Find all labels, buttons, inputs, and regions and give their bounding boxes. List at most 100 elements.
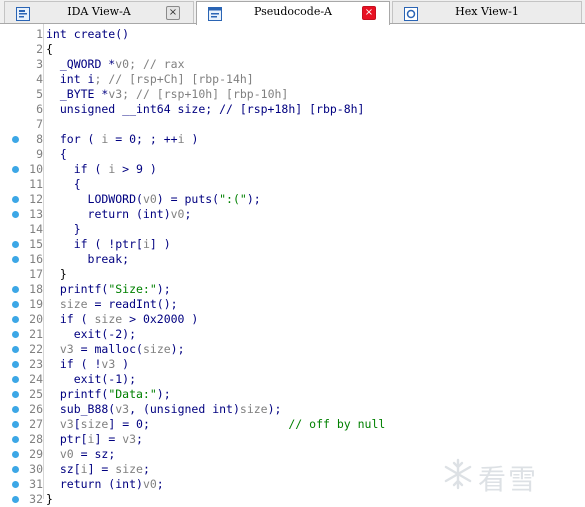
code-line[interactable]: 28 ptr[i] = v3; — [0, 432, 585, 447]
breakpoint-dot-icon[interactable] — [12, 421, 19, 428]
code-token: size — [239, 402, 268, 416]
code-token: v0 — [115, 57, 130, 71]
line-number: 5 — [36, 87, 43, 101]
pseudocode-editor[interactable]: 1 int create() 2{3 _QWORD *v0; // rax 4 int… — [0, 24, 585, 506]
code-text: return (int)v0; — [46, 207, 192, 222]
code-token: i — [80, 462, 88, 476]
code-line[interactable]: 5 _BYTE *v3; // [rsp+10h] [rbp-10h] — [0, 87, 585, 102]
breakpoint-dot-icon[interactable] — [12, 301, 19, 308]
code-line[interactable]: 1 int create() — [0, 27, 585, 42]
code-token: return (int) — [46, 477, 143, 491]
breakpoint-dot-icon[interactable] — [12, 196, 19, 203]
hex-view-icon — [404, 6, 418, 21]
code-line[interactable]: 6 unsigned __int64 size; // [rsp+18h] [r… — [0, 102, 585, 117]
tab-label: IDA View-A — [67, 5, 131, 18]
breakpoint-dot-icon[interactable] — [12, 466, 19, 473]
code-line[interactable]: 3 _QWORD *v0; // rax — [0, 57, 585, 72]
code-token: ; — [142, 462, 150, 476]
breakpoint-dot-icon[interactable] — [12, 361, 19, 368]
close-icon[interactable]: × — [362, 6, 376, 20]
code-line[interactable]: 13 return (int)v0; — [0, 207, 585, 222]
line-number: 12 — [29, 192, 43, 206]
breakpoint-dot-icon[interactable] — [12, 166, 19, 173]
code-line[interactable]: 19 size = readInt(); — [0, 297, 585, 312]
line-number: 31 — [29, 477, 43, 491]
breakpoint-dot-icon[interactable] — [12, 436, 19, 443]
code-token: if ( — [46, 312, 95, 326]
tab-bar: IDA View-A × Pseudocode-A × Hex View-1 — [0, 0, 585, 25]
code-token: return (int) — [46, 207, 171, 221]
code-line[interactable]: 18 printf("Size:"); — [0, 282, 585, 297]
code-token: { — [46, 147, 67, 161]
string-literal: ":(" — [219, 192, 247, 206]
breakpoint-dot-icon[interactable] — [12, 451, 19, 458]
code-token: ; // rax — [129, 57, 185, 71]
line-number: 17 — [29, 267, 43, 281]
line-number: 21 — [29, 327, 43, 341]
breakpoint-dot-icon[interactable] — [12, 496, 19, 503]
line-number: 8 — [36, 132, 43, 146]
code-text: { — [46, 42, 53, 57]
code-line[interactable]: 22 v3 = malloc(size); — [0, 342, 585, 357]
code-token: = 0; ; ++ — [108, 132, 178, 146]
line-number: 28 — [29, 432, 43, 446]
breakpoint-dot-icon[interactable] — [12, 346, 19, 353]
line-number: 24 — [29, 372, 43, 386]
code-line[interactable]: 16 break; — [0, 252, 585, 267]
code-token: ; // [rsp+Ch] [rbp-14h] — [94, 72, 254, 86]
code-token: sub_B88( — [46, 402, 116, 416]
code-line[interactable]: 20 if ( size > 0x2000 ) — [0, 312, 585, 327]
string-literal: "Size:" — [108, 282, 157, 296]
breakpoint-dot-icon[interactable] — [12, 241, 19, 248]
code-line[interactable]: 27 v3[size] = 0; // off by null — [0, 417, 585, 432]
breakpoint-dot-icon[interactable] — [12, 211, 19, 218]
breakpoint-dot-icon[interactable] — [12, 331, 19, 338]
breakpoint-dot-icon[interactable] — [12, 481, 19, 488]
code-line[interactable]: 21 exit(-2); — [0, 327, 585, 342]
code-line[interactable]: 9 { — [0, 147, 585, 162]
code-token: v0 — [170, 207, 185, 221]
code-line[interactable]: 12 LODWORD(v0) = puts(":("); — [0, 192, 585, 207]
code-line[interactable]: 10 if ( i > 9 ) — [0, 162, 585, 177]
breakpoint-dot-icon[interactable] — [12, 136, 19, 143]
code-text: if ( !v3 ) — [46, 357, 129, 372]
code-token: } — [46, 267, 67, 281]
code-token: v3 — [108, 87, 123, 101]
code-line[interactable]: 8 for ( i = 0; ; ++i ) — [0, 132, 585, 147]
code-text: } — [46, 267, 67, 282]
code-line[interactable]: 2{ — [0, 42, 585, 57]
code-token: } — [46, 222, 81, 236]
code-line[interactable]: 23 if ( !v3 ) — [0, 357, 585, 372]
code-line[interactable]: 25 printf("Data:"); — [0, 387, 585, 402]
tab-hex-view[interactable]: Hex View-1 — [392, 1, 582, 23]
breakpoint-dot-icon[interactable] — [12, 376, 19, 383]
code-line[interactable]: 7 — [0, 117, 585, 132]
code-token: unsigned __int64 size; // [rsp+18h] [rbp… — [46, 102, 365, 116]
line-number: 3 — [36, 57, 43, 71]
code-token: if ( ! — [46, 357, 102, 371]
breakpoint-dot-icon[interactable] — [12, 406, 19, 413]
code-line[interactable]: 4 int i; // [rsp+Ch] [rbp-14h] — [0, 72, 585, 87]
breakpoint-dot-icon[interactable] — [12, 391, 19, 398]
code-token: { — [46, 177, 81, 191]
code-line[interactable]: 14 } — [0, 222, 585, 237]
tab-ida-view[interactable]: IDA View-A × — [4, 1, 194, 23]
code-line[interactable]: 17 } — [0, 267, 585, 282]
code-token: int create() — [46, 27, 130, 41]
line-number: 23 — [29, 357, 43, 371]
breakpoint-dot-icon[interactable] — [12, 316, 19, 323]
tab-pseudocode[interactable]: Pseudocode-A × — [196, 1, 390, 25]
breakpoint-dot-icon[interactable] — [12, 286, 19, 293]
code-line[interactable]: 24 exit(-1); — [0, 372, 585, 387]
code-token: size — [142, 342, 171, 356]
code-line[interactable]: 15 if ( !ptr[i] ) — [0, 237, 585, 252]
code-token: size — [115, 462, 143, 476]
code-token: ] = — [94, 432, 123, 446]
line-number: 7 — [36, 117, 43, 131]
breakpoint-dot-icon[interactable] — [12, 256, 19, 263]
close-icon[interactable]: × — [166, 6, 180, 20]
code-text: if ( !ptr[i] ) — [46, 237, 171, 252]
code-line[interactable]: 11 { — [0, 177, 585, 192]
code-line[interactable]: 26 sub_B88(v3, (unsigned int)size); — [0, 402, 585, 417]
